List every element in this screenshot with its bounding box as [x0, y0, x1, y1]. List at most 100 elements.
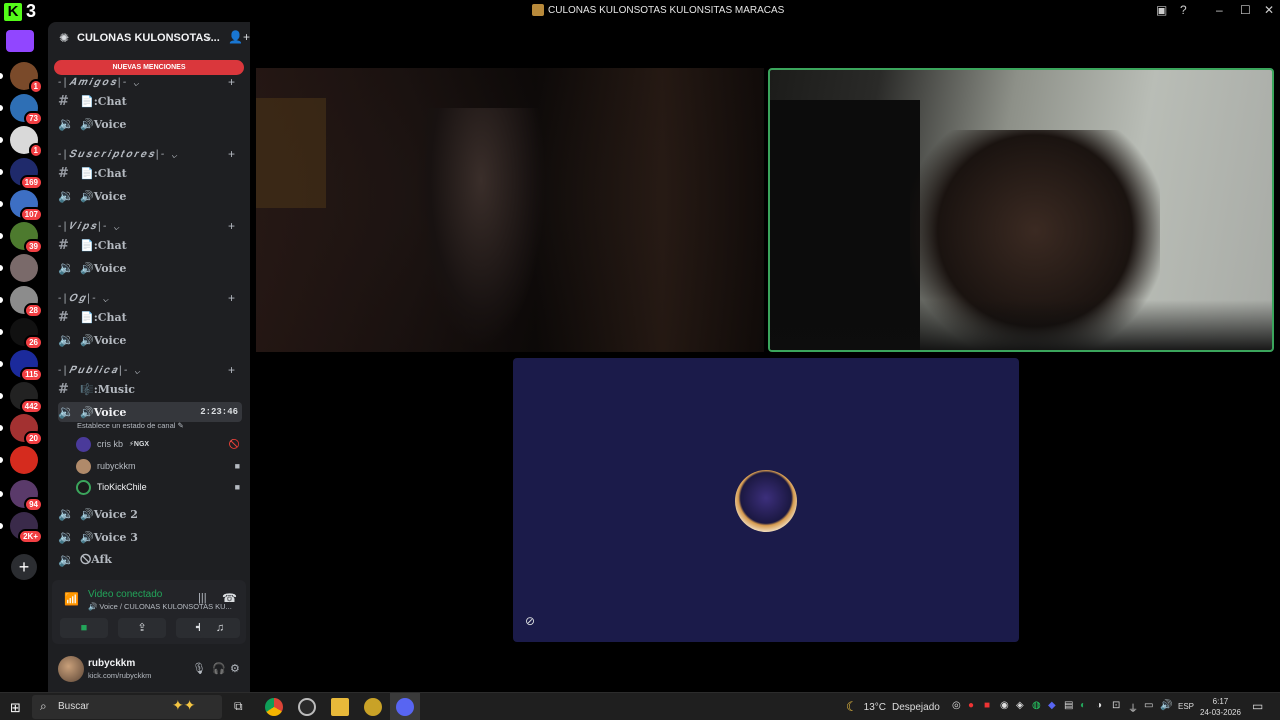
- channel-suscriptores-voice[interactable]: 🔉 🔊Voice: [58, 186, 242, 206]
- close-button[interactable]: ✕: [1264, 3, 1274, 17]
- clock[interactable]: 6:17 24-03-2026: [1200, 696, 1241, 718]
- usb-icon[interactable]: ⏚: [1128, 700, 1138, 715]
- notifications-icon[interactable]: ▭: [1252, 699, 1263, 713]
- task-view-icon[interactable]: ⧉: [234, 699, 243, 714]
- category-og[interactable]: -|𝑶𝒈|- ⌄: [58, 293, 110, 304]
- inbox-icon[interactable]: ▣: [1156, 3, 1167, 17]
- server-group-icon[interactable]: 94: [10, 480, 43, 512]
- disconnect-icon[interactable]: ☎: [222, 591, 237, 605]
- new-mentions-banner[interactable]: NUEVAS MENCIONES: [54, 60, 244, 75]
- server-racing-icon[interactable]: 442: [10, 382, 43, 414]
- steam-tray-icon[interactable]: ◈: [1016, 700, 1024, 711]
- language-indicator[interactable]: ESP: [1178, 702, 1194, 711]
- tray-app-icon[interactable]: ◎: [952, 700, 961, 711]
- microphone-tray-icon[interactable]: ●: [968, 700, 974, 711]
- tray-icon[interactable]: ▤: [1064, 700, 1073, 711]
- channel-og-chat[interactable]: # 📄:Chat: [58, 307, 242, 327]
- add-channel-icon[interactable]: +: [228, 147, 235, 161]
- channel-og-voice[interactable]: 🔉 🔊Voice: [58, 330, 242, 350]
- channel-amigos-chat[interactable]: # 📄:Chat: [58, 91, 242, 111]
- signal-icon[interactable]: 📶: [64, 592, 79, 606]
- app-icon[interactable]: [364, 698, 382, 716]
- voice-user-cris-kb[interactable]: cris kb ⚡NGX 🚫: [76, 435, 242, 453]
- channel-vips-voice[interactable]: 🔉 🔊Voice: [58, 258, 242, 278]
- server-frog-icon[interactable]: 39: [10, 222, 43, 254]
- camera-button[interactable]: ■: [60, 618, 108, 638]
- settings-gear-icon[interactable]: ⚙: [230, 662, 240, 675]
- server-kubo-icon[interactable]: 1: [10, 62, 43, 94]
- discord-icon[interactable]: [396, 698, 414, 716]
- channel-publica-music[interactable]: # 🎼:Music: [58, 379, 242, 399]
- taskbar-search[interactable]: ⌕ Buscar ✦✦: [32, 695, 222, 719]
- add-channel-icon[interactable]: +: [228, 291, 235, 305]
- weather-widget[interactable]: ☾ 13°C Despejado: [846, 699, 940, 715]
- server-chile-icon[interactable]: [10, 446, 38, 474]
- video-tile-rubyckkm[interactable]: ⊘: [513, 358, 1019, 642]
- voice-connected-subtitle[interactable]: 🔊 Voice / CULONAS KULONSOTAS KU...: [88, 602, 232, 611]
- user-avatar[interactable]: [58, 656, 84, 682]
- add-channel-icon[interactable]: +: [228, 363, 235, 377]
- noise-suppression-icon[interactable]: |||: [198, 592, 207, 604]
- add-channel-icon[interactable]: +: [228, 75, 235, 89]
- server-grey-icon[interactable]: 28: [10, 286, 43, 318]
- network-icon[interactable]: ▭: [1144, 700, 1153, 711]
- voice-user-tiokickchile[interactable]: TioKickChile ■: [76, 478, 242, 496]
- server-tca-icon[interactable]: 26: [10, 318, 43, 350]
- channel-publica-voice[interactable]: 🔉 🔊Voice 2:23:46: [58, 402, 242, 422]
- server-anime-icon[interactable]: [10, 254, 38, 282]
- channel-amigos-voice[interactable]: 🔉 🔊Voice: [58, 114, 242, 134]
- channel-status-prompt[interactable]: Establece un estado de canal ✎: [77, 421, 184, 430]
- avatar: [735, 470, 797, 532]
- server-white-icon[interactable]: 1: [10, 126, 43, 158]
- user-name[interactable]: rubyckkm: [88, 658, 135, 669]
- obs-tray-icon[interactable]: ◉: [1000, 700, 1009, 711]
- help-icon[interactable]: ?: [1180, 3, 1187, 17]
- category-suscriptores[interactable]: -|𝑺𝒖𝒔𝒄𝒓𝒊𝒑𝒕𝒐𝒓𝒆𝒔|- ⌄: [58, 149, 179, 160]
- channel-publica-voice3[interactable]: 🔉 🔊Voice 3: [58, 527, 242, 547]
- obs-icon[interactable]: [298, 698, 316, 716]
- category-publica[interactable]: -|𝑷𝒖𝒃𝒍𝒊𝒄𝒂|- ⌄: [58, 365, 142, 376]
- server-header[interactable]: ✺ CULONAS KULONSOTAS... ⌄ 👤+: [48, 22, 250, 54]
- server-cloud-icon[interactable]: 107: [10, 190, 43, 222]
- server-sonic-icon[interactable]: 115: [10, 350, 43, 382]
- unread-badge: 20: [24, 431, 43, 446]
- soundboard-icon[interactable]: ♫: [200, 618, 240, 638]
- volume-icon[interactable]: 🔊: [1160, 700, 1172, 711]
- whatsapp-icon[interactable]: ◍: [1032, 700, 1041, 711]
- add-server-button[interactable]: +: [11, 554, 37, 580]
- chrome-icon[interactable]: [265, 698, 283, 716]
- category-vips[interactable]: -|𝑽𝒊𝒑𝒔|- ⌄: [58, 221, 121, 232]
- video-tile-tiokickchile[interactable]: [768, 68, 1274, 352]
- channel-publica-afk[interactable]: 🔉 🛇Afk: [58, 550, 242, 570]
- steam-icon[interactable]: ◑: [1096, 700, 1102, 711]
- server-blue-icon[interactable]: 73: [10, 94, 43, 126]
- server-multi-icon[interactable]: 2K+: [10, 512, 43, 544]
- server-rocket-icon[interactable]: 169: [10, 158, 43, 190]
- unread-badge: 28: [24, 303, 43, 318]
- headphones-icon[interactable]: 🎧: [212, 662, 226, 675]
- screen-share-button[interactable]: ⇪: [118, 618, 166, 638]
- microphone-icon[interactable]: 🎙: [192, 662, 206, 675]
- twitch-dm-icon[interactable]: [6, 30, 34, 52]
- server-red-icon[interactable]: 20: [10, 414, 43, 446]
- video-tile-cris-kb[interactable]: [256, 68, 764, 352]
- windows-start-icon[interactable]: ⊞: [10, 700, 21, 716]
- hash-icon: #: [58, 93, 69, 109]
- category-amigos[interactable]: -|𝑨𝒎𝒊𝒈𝒐𝒔|- ⌄: [58, 77, 141, 88]
- voice-user-rubyckkm[interactable]: rubyckkm ■: [76, 457, 242, 475]
- kick-logo: K: [4, 3, 22, 21]
- discord-tray-icon[interactable]: ◆: [1048, 700, 1056, 711]
- title-bar: K 3 CULONAS KULONSOTAS KULONSITAS MARACA…: [0, 0, 1280, 22]
- channel-publica-voice2[interactable]: 🔉 🔊Voice 2: [58, 504, 242, 524]
- channel-vips-chat[interactable]: # 📄:Chat: [58, 235, 242, 255]
- maximize-button[interactable]: ☐: [1240, 3, 1251, 17]
- add-channel-icon[interactable]: +: [228, 219, 235, 233]
- invite-icon[interactable]: 👤+: [228, 30, 250, 44]
- record-icon[interactable]: ■: [984, 700, 990, 711]
- file-explorer-icon[interactable]: [331, 698, 349, 716]
- avatar: [76, 458, 91, 474]
- tray-icon[interactable]: ⊡: [1112, 700, 1120, 711]
- minimize-button[interactable]: –: [1216, 3, 1223, 17]
- nvidia-icon[interactable]: ◐: [1080, 700, 1086, 711]
- channel-suscriptores-chat[interactable]: # 📄:Chat: [58, 163, 242, 183]
